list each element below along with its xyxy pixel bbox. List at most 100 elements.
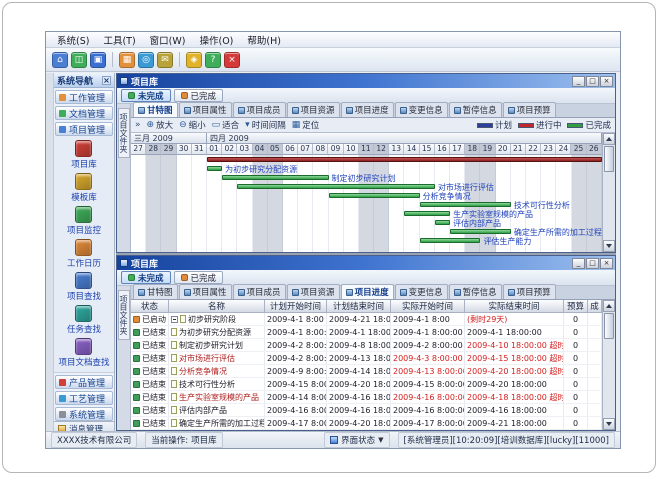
filter-tab[interactable]: 已完成 bbox=[174, 271, 224, 284]
gantt-tool-button[interactable]: ▾时间间隔 bbox=[245, 119, 286, 131]
scrollbar-track[interactable] bbox=[603, 312, 615, 418]
tab[interactable]: 变更信息 bbox=[395, 284, 448, 299]
system-icon[interactable]: ⌂ bbox=[52, 52, 68, 68]
tab[interactable]: 项目进度 bbox=[341, 284, 394, 299]
column-header[interactable]: 实际开始时间 bbox=[391, 300, 465, 313]
table-row[interactable]: 已结束分析竞争情况2009-4-9 8:00:002009-4-14 18:00… bbox=[131, 365, 602, 378]
vertical-scrollbar[interactable] bbox=[602, 300, 615, 430]
close-icon[interactable]: × bbox=[102, 76, 111, 85]
close-button[interactable]: × bbox=[600, 76, 613, 87]
gantt-bar[interactable] bbox=[435, 220, 450, 225]
sidebar-section-header[interactable]: 文档管理 bbox=[55, 106, 113, 120]
vertical-scrollbar[interactable] bbox=[602, 133, 615, 252]
gantt-bar[interactable] bbox=[420, 238, 481, 243]
sidebar-section-header[interactable]: 项目管理 bbox=[55, 122, 113, 136]
gantt-bar[interactable] bbox=[450, 229, 511, 234]
menu-item[interactable]: 操作(O) bbox=[192, 32, 240, 48]
mail-icon[interactable]: ✉ bbox=[157, 52, 173, 68]
calendar-icon[interactable]: ▦ bbox=[119, 52, 135, 68]
gantt-bar[interactable] bbox=[404, 211, 450, 216]
sidebar-item[interactable]: 项目库 bbox=[71, 140, 97, 170]
table-row[interactable]: 已结束制定初步研究计划2009-4-2 8:00:002009-4-8 18:0… bbox=[131, 339, 602, 352]
project-folder-tab[interactable]: 项目文件夹 bbox=[118, 290, 130, 340]
table-row[interactable]: 已结束对市场进行评估2009-4-2 8:00:002009-4-13 18:0… bbox=[131, 352, 602, 365]
lock-icon[interactable]: ◈ bbox=[186, 52, 202, 68]
sidebar-item[interactable]: 任务查找 bbox=[67, 305, 101, 335]
tab[interactable]: 项目预算 bbox=[503, 102, 556, 117]
sidebar-section-header[interactable]: 系统管理 bbox=[55, 407, 113, 421]
project-folder-tab[interactable]: 项目文件夹 bbox=[118, 108, 130, 158]
gantt-bar[interactable] bbox=[329, 193, 420, 198]
gantt-window-titlebar[interactable]: 项目库 _□× bbox=[117, 74, 615, 88]
tab[interactable]: 项目预算 bbox=[503, 284, 556, 299]
tab[interactable]: 变更信息 bbox=[395, 102, 448, 117]
minimize-button[interactable]: _ bbox=[572, 76, 585, 87]
menu-item[interactable]: 工具(T) bbox=[96, 32, 142, 48]
table-row[interactable]: 已结束技术可行性分析2009-4-15 8:00:002009-4-20 18:… bbox=[131, 378, 602, 391]
maximize-button[interactable]: □ bbox=[586, 258, 599, 269]
gantt-bar[interactable] bbox=[237, 184, 435, 189]
gantt-tool-button[interactable]: ⊕放大 bbox=[147, 119, 174, 131]
scroll-up-button[interactable] bbox=[603, 300, 615, 312]
tab[interactable]: 暂停信息 bbox=[449, 284, 502, 299]
sidebar-section-header[interactable]: 工艺管理 bbox=[55, 391, 113, 405]
overflow-chevron-icon[interactable]: » bbox=[135, 120, 141, 130]
menu-item[interactable]: 窗口(W) bbox=[143, 32, 193, 48]
sidebar-item[interactable]: 项目监控 bbox=[67, 206, 101, 236]
help-icon[interactable]: ? bbox=[205, 52, 221, 68]
gantt-bar[interactable] bbox=[420, 202, 511, 207]
sidebar-item[interactable]: 模板库 bbox=[71, 173, 97, 203]
explorer-icon[interactable]: ◫ bbox=[71, 52, 87, 68]
tab[interactable]: 甘特图 bbox=[133, 284, 178, 299]
table-row[interactable]: 已结束确定生产所需的加工过程2009-4-17 8:00:002009-4-20… bbox=[131, 417, 602, 430]
scroll-up-button[interactable] bbox=[603, 133, 615, 145]
exit-icon[interactable]: × bbox=[224, 52, 240, 68]
scroll-down-button[interactable] bbox=[603, 418, 615, 430]
gantt-tool-button[interactable]: ▭适合 bbox=[212, 119, 240, 131]
filter-tab[interactable]: 未完成 bbox=[121, 89, 171, 102]
sidebar-tab-messages[interactable]: 消息管理 bbox=[54, 421, 114, 431]
column-header[interactable]: 实际结束时间 bbox=[465, 300, 564, 313]
scroll-down-button[interactable] bbox=[603, 240, 615, 252]
tab[interactable]: 暂停信息 bbox=[449, 102, 502, 117]
tab[interactable]: 项目资源 bbox=[287, 102, 340, 117]
column-header[interactable]: 成 bbox=[588, 300, 602, 313]
menu-item[interactable]: 系统(S) bbox=[50, 32, 96, 48]
gantt-tool-button[interactable]: ▦定位 bbox=[292, 119, 320, 131]
gantt-tool-button[interactable]: ⊖缩小 bbox=[179, 119, 206, 131]
scrollbar-track[interactable] bbox=[603, 145, 615, 240]
table-row[interactable]: 已启动初步研究阶段2009-4-1 8:002009-4-21 18:00200… bbox=[131, 313, 602, 326]
tab[interactable]: 项目成员 bbox=[233, 102, 286, 117]
ui-state-selector[interactable]: 界面状态 ▼ bbox=[324, 432, 389, 448]
column-header[interactable]: 预算 bbox=[564, 300, 588, 313]
table-row[interactable]: 已结束为初步研究分配资源2009-4-1 8:00:002009-4-1 18:… bbox=[131, 326, 602, 339]
scrollbar-thumb[interactable] bbox=[604, 313, 614, 339]
maximize-button[interactable]: □ bbox=[586, 76, 599, 87]
column-header[interactable]: 计划开始时间 bbox=[265, 300, 327, 313]
scrollbar-thumb[interactable] bbox=[604, 146, 614, 172]
menu-item[interactable]: 帮助(H) bbox=[240, 32, 288, 48]
tab[interactable]: 项目进度 bbox=[341, 102, 394, 117]
search-icon[interactable]: ◎ bbox=[138, 52, 154, 68]
tab[interactable]: 项目属性 bbox=[179, 102, 232, 117]
tab[interactable]: 项目资源 bbox=[287, 284, 340, 299]
tab[interactable]: 项目成员 bbox=[233, 284, 286, 299]
filter-tab[interactable]: 已完成 bbox=[174, 89, 224, 102]
table-row[interactable]: 已结束生产实验室规模的产品2009-4-14 8:00:002009-4-16 … bbox=[131, 391, 602, 404]
save-icon[interactable]: ▣ bbox=[90, 52, 106, 68]
tab[interactable]: 项目属性 bbox=[179, 284, 232, 299]
column-header[interactable]: 名称 bbox=[169, 300, 265, 313]
collapse-icon[interactable] bbox=[171, 316, 178, 323]
tab[interactable]: 甘特图 bbox=[133, 102, 178, 117]
minimize-button[interactable]: _ bbox=[572, 258, 585, 269]
gantt-bar[interactable] bbox=[207, 157, 602, 162]
filter-tab[interactable]: 未完成 bbox=[121, 271, 171, 284]
sidebar-item[interactable]: 项目查找 bbox=[67, 272, 101, 302]
close-button[interactable]: × bbox=[600, 258, 613, 269]
table-row[interactable]: 已结束评估内部产品2009-4-16 8:00:002009-4-16 18:0… bbox=[131, 404, 602, 417]
table-window-titlebar[interactable]: 项目库 _□× bbox=[117, 256, 615, 270]
sidebar-item[interactable]: 项目文档查找 bbox=[58, 338, 109, 368]
sidebar-section-header[interactable]: 工作管理 bbox=[55, 90, 113, 104]
sidebar-section-header[interactable]: 产品管理 bbox=[55, 375, 113, 389]
gantt-bar[interactable] bbox=[222, 175, 328, 180]
